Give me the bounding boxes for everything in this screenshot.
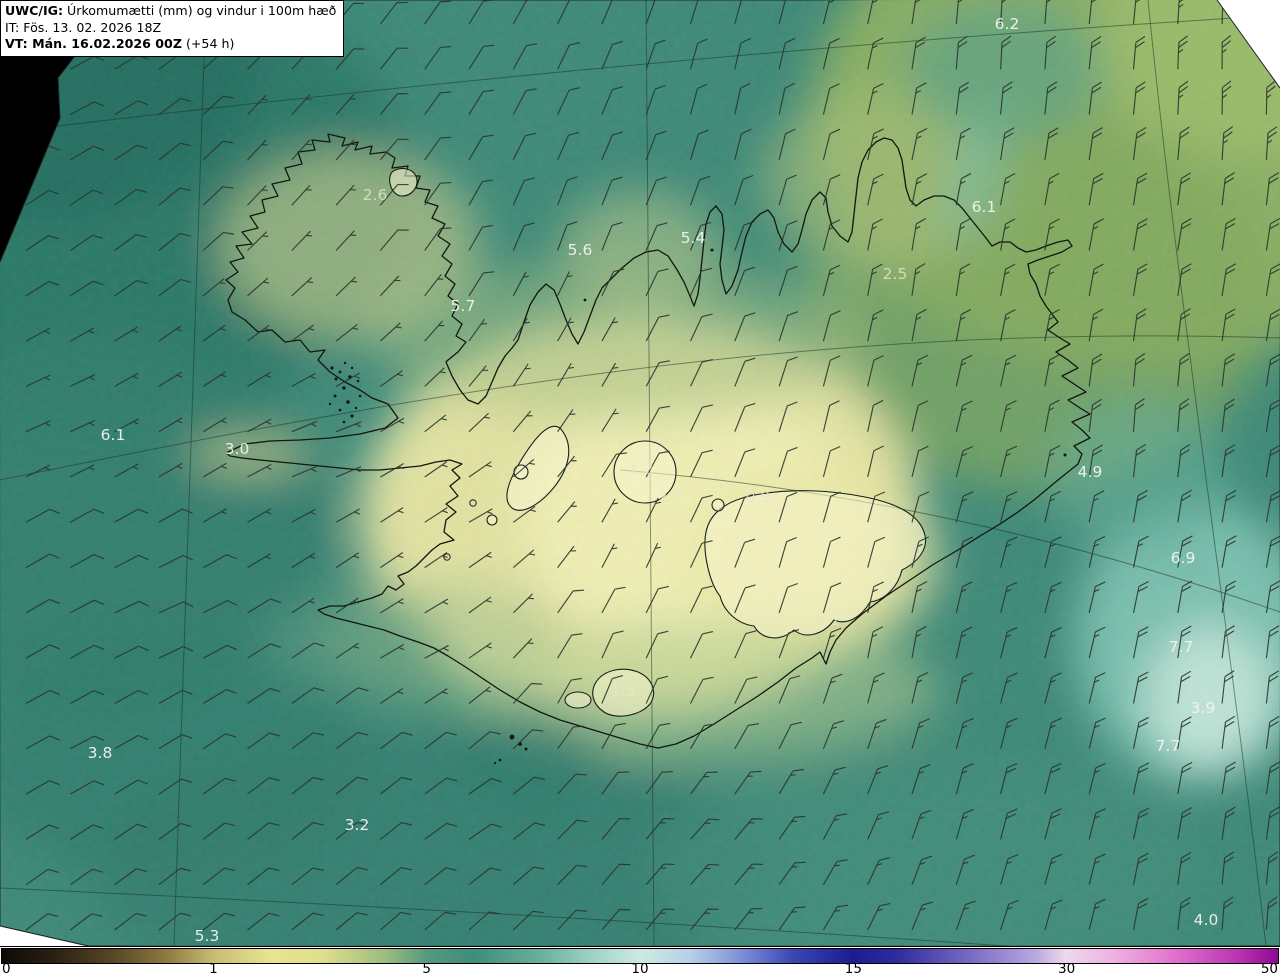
precip-value-label: 3.2 [345,816,370,834]
precip-colorbar: 0 1 5 10 15 30 50 [0,946,1280,978]
precip-value-label: 4.9 [1078,463,1103,481]
precip-value-label: 5.6 [568,241,593,259]
precip-value-label: 1.2 [629,460,654,478]
init-time: IT: Fös. 13. 02. 2026 18Z [5,19,162,35]
precip-value-label: 6.9 [1171,549,1196,567]
glacier-eiriksjokull [513,464,529,480]
glacier-small [486,514,498,526]
precip-value-label: 3.0 [225,440,250,458]
precip-value-label: 4.0 [1194,911,1219,929]
colorbar-tick-label: 1 [209,961,218,977]
map-canvas: 6.2 2.6 6.1 5.6 5.4 2.5 5.7 6.1 3.0 1.22.7 0.9 4.9 6… [0,0,1280,947]
precip-value-label: 1.5 [611,682,636,700]
wind-barb [25,101,60,116]
precip-value-label: 0.9 [746,488,771,506]
colorbar-tick-label: 50 [1260,961,1278,977]
colorbar-tick-label: 30 [1058,961,1076,977]
precip-value-label: 2.7 [658,488,683,506]
precip-value-label: 6.1 [101,426,126,444]
precip-value-label: 3.9 [1191,699,1216,717]
precip-value-label: 7.7 [1169,638,1194,656]
forecast-info-panel: UWC/IG: Úrkomumætti (mm) og vindur i 100… [0,0,345,58]
valid-time-line: VT: Mán. 16.02.2026 00Z (+54 h) [5,36,336,53]
weather-map: 6.2 2.6 6.1 5.6 5.4 2.5 5.7 6.1 3.0 1.2 2.7 0.9 4.9 6… [0,0,1280,978]
precip-value-label: 5.4 [681,229,706,247]
precip-value-label: 3.8 [88,744,113,762]
precip-value-label: 2.6 [363,186,388,204]
precip-value-label: 1.1 [816,611,841,629]
map-title: Úrkomumætti (mm) og vindur i 100m hæð [67,3,337,18]
product-label: UWC/IG: [5,3,64,18]
precip-value-label: 7.7 [1156,737,1181,755]
glacier-eyjafjallajokull [564,691,592,709]
precip-value-label: 5.7 [451,297,476,315]
precip-value-label: 6.2 [995,15,1020,33]
precip-value-label: 6.1 [972,198,997,216]
valid-time-suffix: (+54 h) [185,36,235,52]
valid-time: VT: Mán. 16.02.2026 00Z [5,36,182,52]
colorbar-tick-label: 0 [2,961,11,977]
glacier-drangajokull [389,167,418,197]
glacier-tungnafellsjokull [711,498,725,512]
precip-value-label: 2.5 [883,265,908,283]
precip-value-label: 5.3 [195,927,220,945]
colorbar-tick-label: 5 [422,961,431,977]
colorbar-tick-label: 15 [844,961,862,977]
colorbar-tick-label: 10 [631,961,649,977]
title-line: UWC/IG: Úrkomumætti (mm) og vindur i 100… [5,3,336,20]
